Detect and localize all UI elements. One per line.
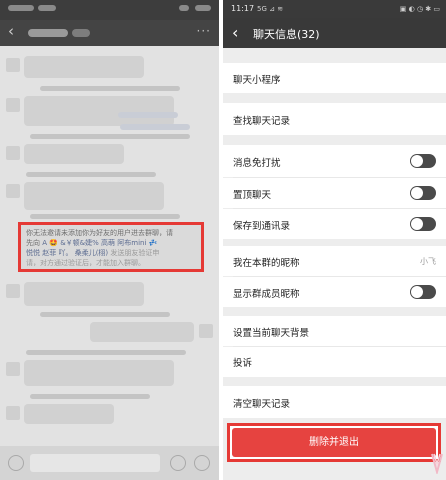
row-pin: 置顶聊天 [223, 178, 446, 208]
invite-name[interactable]: 悦悦 [26, 249, 40, 257]
chat-info-panel: 11:17 5G ⊿ ≋ ▣ ◐ ◷ ✱ ▭ ‹ 聊天信息(32) 聊天小程序 … [223, 0, 446, 480]
blurred-member-count [72, 29, 90, 37]
chat-title-bar: ‹ ··· [0, 20, 219, 46]
row-set-background[interactable]: 设置当前聊天背景 [223, 316, 446, 346]
chat-panel: ‹ ··· 你无法邀请未添加你为好友的用户进去群聊，请 先向 A 🤩 &￥顿&婕… [0, 0, 219, 480]
row-label: 我在本群的昵称 [233, 258, 300, 269]
row-label: 置顶聊天 [233, 190, 272, 201]
invite-name[interactable]: 阿布mini [117, 239, 146, 247]
signal-icon: 5G ⊿ ≋ [257, 5, 284, 13]
sleep-emoji-icon: 💤 [148, 239, 158, 247]
row-save-contacts: 保存到通讯录 [223, 209, 446, 239]
invite-name[interactable]: &￥顿&婕% [60, 239, 99, 247]
status-icons: ▣ ◐ ◷ ✱ ▭ [399, 5, 440, 13]
page-title: 聊天信息(32) [253, 28, 320, 41]
row-label: 聊天小程序 [233, 75, 281, 86]
save-contacts-toggle[interactable] [410, 217, 436, 231]
system-message-line1: 你无法邀请未添加你为好友的用户进去群聊，请 [26, 229, 173, 237]
row-mute: 消息免打扰 [223, 145, 446, 177]
header-bar: ‹ 聊天信息(32) [223, 18, 446, 48]
row-label: 保存到通讯录 [233, 221, 291, 232]
status-time: 11:17 [231, 4, 255, 13]
row-show-member-names: 显示群成员昵称 [223, 277, 446, 307]
chat-input-bar [0, 446, 219, 480]
emoji-icon[interactable] [170, 455, 186, 471]
row-label: 清空聊天记录 [233, 399, 291, 410]
row-complain[interactable]: 投诉 [223, 347, 446, 377]
more-icon[interactable]: ··· [197, 24, 211, 38]
row-find-history[interactable]: 查找聊天记录 [223, 103, 446, 135]
system-message-line3: 悦悦 赵菲 吖。 桑柔儿(栩) 发送朋友验证申 [26, 249, 160, 257]
pin-toggle[interactable] [410, 186, 436, 200]
toggle-knob [411, 286, 423, 298]
system-message-highlight: 你无法邀请未添加你为好友的用户进去群聊，请 先向 A 🤩 &￥顿&婕% 高萌 阿… [18, 222, 204, 272]
system-message-line2: 先向 A 🤩 &￥顿&婕% 高萌 阿布mini 💤 [26, 239, 158, 247]
row-label: 投诉 [233, 358, 253, 369]
row-label: 查找聊天记录 [233, 116, 291, 127]
voice-icon[interactable] [8, 455, 24, 471]
status-bar: 11:17 5G ⊿ ≋ ▣ ◐ ◷ ✱ ▭ [223, 0, 446, 18]
watermark-logo-icon [431, 453, 443, 474]
invite-name[interactable]: 桑柔儿(栩) [75, 249, 108, 257]
invite-name[interactable]: 吖。 [58, 249, 72, 257]
row-mini-program[interactable]: 聊天小程序 [223, 63, 446, 93]
back-arrow-icon[interactable]: ‹ [232, 23, 238, 42]
nickname-value: 小飞 [420, 257, 436, 266]
toggle-knob [411, 218, 423, 230]
mute-toggle[interactable] [410, 154, 436, 168]
plus-icon[interactable] [194, 455, 210, 471]
status-bar-left [0, 0, 219, 20]
back-arrow-icon[interactable]: ‹ [8, 22, 14, 40]
message-input[interactable] [30, 454, 160, 472]
toggle-knob [411, 155, 423, 167]
system-message-line4: 请，对方通过验证后，才能加入群聊。 [26, 259, 145, 267]
delete-highlight: 删除并退出 [227, 423, 441, 462]
emoji-icon: 🤩 [49, 239, 58, 247]
row-label: 设置当前聊天背景 [233, 328, 310, 339]
toggle-knob [411, 187, 423, 199]
row-label: 显示群成员昵称 [233, 289, 300, 300]
invite-name[interactable]: 高萌 [101, 239, 115, 247]
show-member-names-toggle[interactable] [410, 285, 436, 299]
invite-name[interactable]: 赵菲 [42, 249, 56, 257]
row-clear-history[interactable]: 清空聊天记录 [223, 386, 446, 418]
row-my-nickname[interactable]: 我在本群的昵称 小飞 [223, 246, 446, 276]
invite-name[interactable]: A [42, 239, 47, 247]
delete-and-exit-button[interactable]: 删除并退出 [232, 428, 436, 457]
blurred-chat-title [28, 29, 68, 37]
row-label: 消息免打扰 [233, 158, 281, 169]
